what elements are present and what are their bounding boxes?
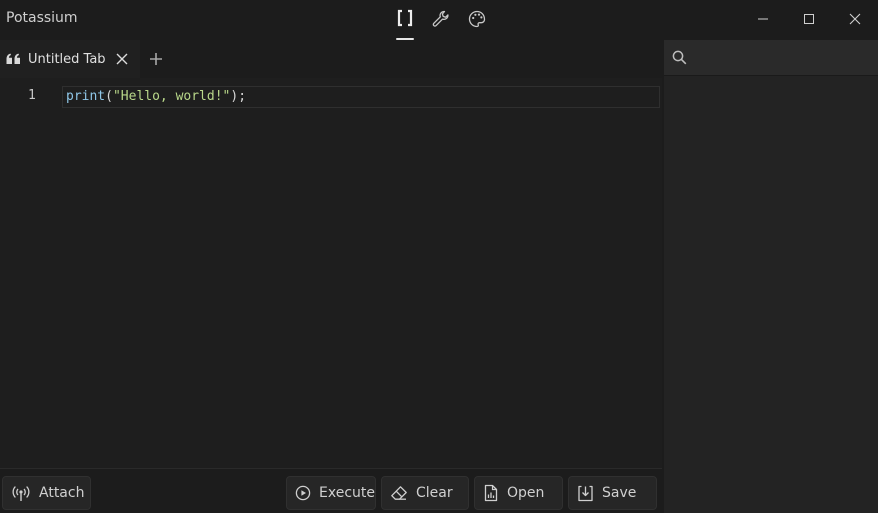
search-icon [672,50,687,65]
clear-label: Clear [416,485,453,501]
open-label: Open [507,485,545,501]
document-chart-icon [483,484,499,502]
code-editor[interactable]: 1 print("Hello, world!"); [0,78,662,468]
code-open-paren-token: ( [105,89,113,104]
title-bar: Potassium [0,0,878,40]
code-line[interactable]: print("Hello, world!"); [66,89,246,104]
app-window: Potassium Untitled Tab 1 print("Hello, w… [0,0,878,513]
eraser-icon [390,485,408,501]
theme-view-button[interactable] [464,6,490,38]
script-hub-panel [664,40,878,513]
close-icon [116,53,128,65]
minimize-icon [757,13,769,25]
close-icon [849,13,861,25]
line-number: 1 [28,88,36,103]
save-label: Save [602,485,637,501]
window-controls [740,0,878,38]
tab-bar: Untitled Tab [0,40,662,78]
close-window-button[interactable] [832,0,878,38]
brackets-icon [396,9,414,27]
palette-icon [467,9,487,29]
attach-label: Attach [39,485,85,501]
save-icon [577,485,594,502]
settings-view-button[interactable] [428,6,454,38]
maximize-button[interactable] [786,0,832,38]
play-circle-icon [295,485,311,501]
search-box [664,40,878,76]
quote-icon [6,53,22,65]
tab-label: Untitled Tab [28,51,106,67]
attach-button[interactable]: Attach [2,476,91,510]
wrench-icon [431,9,451,29]
editor-view-button[interactable] [392,6,418,40]
code-string-token: "Hello, world!" [112,89,231,104]
search-input[interactable] [694,46,870,70]
save-button[interactable]: Save [568,476,657,510]
add-tab-button[interactable] [146,49,166,69]
code-close-token: ); [230,89,247,104]
code-function-token: print [66,89,106,104]
bottom-toolbar: Attach Execute Clear Open Save [0,468,662,513]
tab-close-button[interactable] [116,53,128,65]
app-title: Potassium [6,10,78,26]
execute-label: Execute [319,485,375,501]
execute-button[interactable]: Execute [286,476,376,510]
minimize-button[interactable] [740,0,786,38]
clear-button[interactable]: Clear [381,476,469,510]
plus-icon [149,52,163,66]
broadcast-icon [11,484,31,502]
top-nav [392,6,490,40]
tab-untitled[interactable]: Untitled Tab [0,40,140,78]
open-button[interactable]: Open [474,476,563,510]
maximize-icon [803,13,815,25]
